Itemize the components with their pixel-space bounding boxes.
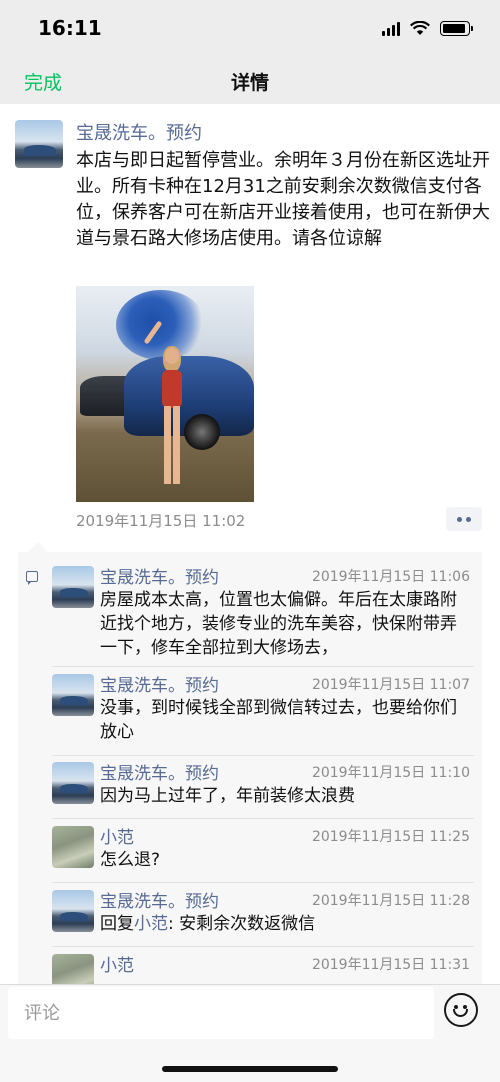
comment-avatar[interactable] — [52, 954, 94, 984]
status-icons — [382, 20, 473, 36]
post-author-avatar[interactable] — [15, 120, 63, 168]
more-button[interactable] — [446, 507, 482, 531]
comment-avatar[interactable] — [52, 674, 94, 716]
comment-avatar[interactable] — [52, 762, 94, 804]
divider — [52, 755, 474, 756]
reply-prefix: 回复 — [100, 914, 134, 934]
comment-time: 2019年11月15日 11:28 — [311, 893, 470, 909]
dot-icon — [466, 516, 471, 522]
comment-avatar[interactable] — [52, 566, 94, 608]
comment-author[interactable]: 宝晟洗车。预约 — [100, 671, 219, 696]
post-author-name[interactable]: 宝晟洗车。预约 — [76, 119, 202, 145]
signal-icon — [382, 20, 400, 36]
home-indicator — [162, 1066, 338, 1072]
page-title: 详情 — [230, 72, 269, 94]
wifi-icon — [410, 20, 430, 35]
comment-time: 2019年11月15日 11:07 — [311, 677, 470, 693]
comment-author[interactable]: 小范 — [100, 823, 134, 848]
comments-section: 宝晟洗车。预约 2019年11月15日 11:06 房屋成本太高，位置也太偏僻。… — [18, 542, 482, 984]
comment-text: 房屋成本太高，位置也太偏僻。年后在太康路附近找个地方，装修专业的洗车美容，快保附… — [100, 590, 457, 658]
emoji-mouth — [453, 1009, 468, 1017]
comment-author[interactable]: 宝晟洗车。预约 — [100, 759, 219, 784]
comment-input-box — [8, 987, 434, 1039]
status-bar: 16:11 — [0, 0, 500, 58]
comment-icon — [26, 571, 38, 585]
post-text: 本店与即日起暂停营业。余明年３月份在新区选址开业。所有卡种在12月31之前安剩余… — [76, 150, 490, 249]
comment-author[interactable]: 小范 — [100, 951, 134, 976]
divider — [52, 946, 474, 947]
dot-icon — [457, 516, 462, 522]
comment-author[interactable]: 宝晟洗车。预约 — [100, 563, 219, 588]
comment-text: 怎么退? — [100, 850, 161, 870]
reply-to-name[interactable]: 小范 — [134, 914, 168, 934]
comment-text: 因为马上过年了，年前装修太浪费 — [100, 786, 355, 806]
comment-time: 2019年11月15日 11:31 — [311, 957, 470, 973]
divider — [52, 818, 474, 819]
photo-person — [160, 346, 184, 488]
comment-time: 2019年11月15日 11:25 — [311, 829, 470, 845]
post-time: 2019年11月15日 11:02 — [76, 512, 246, 530]
comment-avatar[interactable] — [52, 826, 94, 868]
divider — [52, 666, 474, 667]
battery-icon — [440, 20, 473, 36]
comment-text: 没事，到时候钱全部到微信转过去，也要给你们放心 — [100, 698, 457, 742]
comment-time: 2019年11月15日 11:10 — [311, 765, 470, 781]
post-detail: 宝晟洗车。预约 本店与即日起暂停营业。余明年３月份在新区选址开业。所有卡种在12… — [0, 104, 500, 984]
divider — [52, 882, 474, 883]
comment-text: 回复小范: 安剩余次数返微信 — [100, 912, 472, 936]
reply-text: : 安剩余次数返微信 — [168, 914, 316, 934]
post-photo[interactable] — [76, 286, 254, 502]
comment-input[interactable] — [8, 987, 434, 1039]
nav-bar: 完成 详情 — [0, 58, 500, 104]
comment-avatar[interactable] — [52, 890, 94, 932]
comment-time: 2019年11月15日 11:06 — [311, 569, 470, 585]
comment-author[interactable]: 宝晟洗车。预约 — [100, 887, 219, 912]
emoji-button[interactable] — [444, 993, 478, 1027]
photo-wheel — [184, 414, 220, 450]
status-time: 16:11 — [38, 16, 102, 40]
